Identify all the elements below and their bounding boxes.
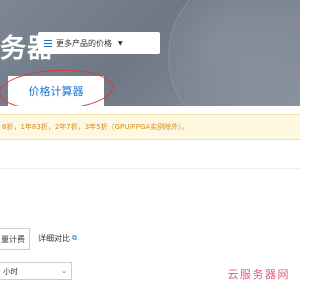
duration-select[interactable]: 小时 ⌄ — [0, 262, 72, 280]
hero-banner: 务器 更多产品的价格 ▼ 价格计算器 — [0, 0, 300, 106]
compare-link-label: 详细对比 — [38, 234, 70, 243]
billing-mode-button[interactable]: 量计费 — [0, 228, 30, 250]
chevron-down-icon: ⌄ — [61, 267, 67, 275]
list-icon — [44, 39, 52, 47]
hero-decoration — [168, 0, 300, 106]
detailed-compare-link[interactable]: 详细对比 ⧉ — [38, 233, 77, 244]
more-products-price-button[interactable]: 更多产品的价格 ▼ — [38, 32, 160, 54]
discount-notice: 8折，1年83折，2年7折，3年5折（GPU/FPGA实例除外）。 — [0, 114, 300, 140]
caret-down-icon: ▼ — [118, 39, 123, 47]
highlight-circle — [0, 67, 114, 106]
watermark: 云服务器网 — [227, 268, 290, 281]
external-link-icon: ⧉ — [72, 234, 77, 242]
duration-value: 小时 — [3, 266, 18, 276]
billing-mode-label: 量计费 — [1, 234, 25, 244]
notice-text: 8折，1年83折，2年7折，3年5折（GPU/FPGA实例除外）。 — [2, 123, 189, 131]
more-products-label: 更多产品的价格 — [56, 38, 112, 48]
divider — [0, 168, 300, 169]
